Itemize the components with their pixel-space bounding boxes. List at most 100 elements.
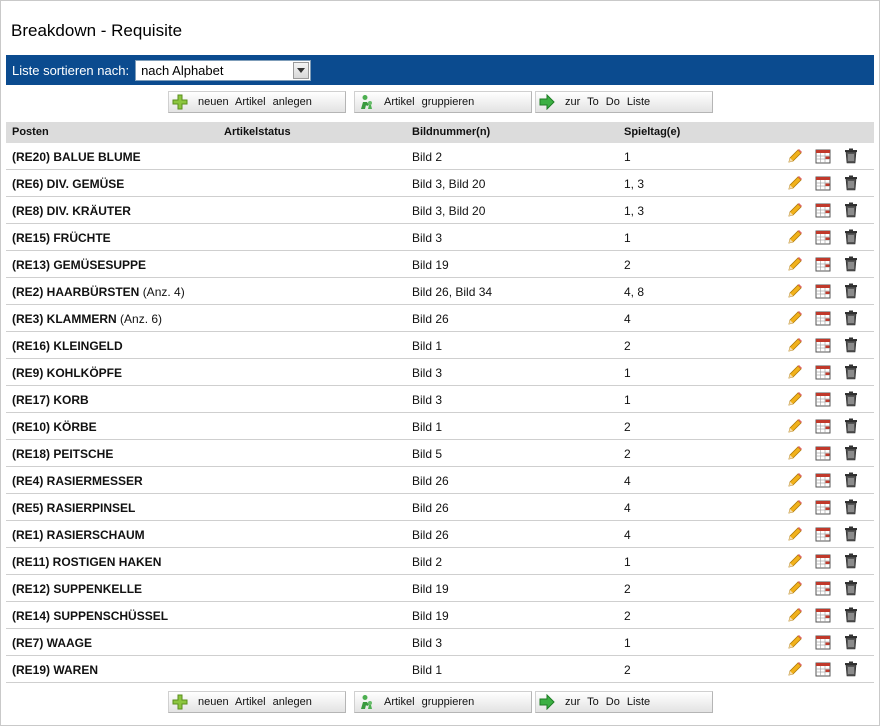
calendar-icon[interactable] <box>815 337 831 353</box>
group-articles-button[interactable]: Artikel gruppieren <box>354 91 532 113</box>
calendar-icon[interactable] <box>815 283 831 299</box>
trash-icon[interactable] <box>843 202 859 218</box>
posten-cell[interactable]: (RE20) BALUE BLUME <box>12 150 141 164</box>
trash-icon[interactable] <box>843 553 859 569</box>
pencil-icon[interactable] <box>787 148 803 164</box>
todo-list-label: zur To Do Liste <box>565 696 651 708</box>
new-article-button[interactable]: neuen Artikel anlegen <box>168 91 346 113</box>
calendar-icon[interactable] <box>815 391 831 407</box>
calendar-icon[interactable] <box>815 256 831 272</box>
posten-cell[interactable]: (RE5) RASIERPINSEL <box>12 501 135 515</box>
pencil-icon[interactable] <box>787 661 803 677</box>
trash-icon[interactable] <box>843 526 859 542</box>
pencil-icon[interactable] <box>787 391 803 407</box>
trash-icon[interactable] <box>843 310 859 326</box>
calendar-icon[interactable] <box>815 607 831 623</box>
trash-icon[interactable] <box>843 391 859 407</box>
todo-list-button[interactable]: zur To Do Liste <box>535 91 713 113</box>
table-row: (RE13) GEMÜSESUPPE Bild 19 2 <box>6 251 874 278</box>
trash-icon[interactable] <box>843 148 859 164</box>
group-articles-button-bottom[interactable]: Artikel gruppieren <box>354 691 532 713</box>
posten-cell[interactable]: (RE10) KÖRBE <box>12 420 97 434</box>
trash-icon[interactable] <box>843 229 859 245</box>
pencil-icon[interactable] <box>787 580 803 596</box>
posten-cell[interactable]: (RE12) SUPPENKELLE <box>12 582 142 596</box>
column-header-bildnummer[interactable]: Bildnummer(n) <box>412 126 490 138</box>
posten-name: (RE18) PEITSCHE <box>12 447 114 461</box>
pencil-icon[interactable] <box>787 553 803 569</box>
pencil-icon[interactable] <box>787 607 803 623</box>
calendar-icon[interactable] <box>815 580 831 596</box>
pencil-icon[interactable] <box>787 472 803 488</box>
table-row: (RE3) KLAMMERN (Anz. 6) Bild 26 4 <box>6 305 874 332</box>
chevron-down-icon[interactable] <box>293 61 310 79</box>
posten-cell[interactable]: (RE18) PEITSCHE <box>12 447 113 461</box>
posten-cell[interactable]: (RE11) ROSTIGEN HAKEN <box>12 555 161 569</box>
pencil-icon[interactable] <box>787 418 803 434</box>
pencil-icon[interactable] <box>787 499 803 515</box>
bildnummer-cell: Bild 26 <box>412 501 449 515</box>
trash-icon[interactable] <box>843 580 859 596</box>
pencil-icon[interactable] <box>787 310 803 326</box>
posten-cell[interactable]: (RE19) WAREN <box>12 663 98 677</box>
pencil-icon[interactable] <box>787 229 803 245</box>
trash-icon[interactable] <box>843 607 859 623</box>
pencil-icon[interactable] <box>787 256 803 272</box>
pencil-icon[interactable] <box>787 283 803 299</box>
calendar-icon[interactable] <box>815 202 831 218</box>
trash-icon[interactable] <box>843 661 859 677</box>
posten-cell[interactable]: (RE4) RASIERMESSER <box>12 474 143 488</box>
pencil-icon[interactable] <box>787 364 803 380</box>
posten-cell[interactable]: (RE1) RASIERSCHAUM <box>12 528 145 542</box>
posten-name: (RE6) DIV. GEMÜSE <box>12 177 125 191</box>
posten-cell[interactable]: (RE9) KOHLKÖPFE <box>12 366 122 380</box>
calendar-icon[interactable] <box>815 418 831 434</box>
trash-icon[interactable] <box>843 337 859 353</box>
trash-icon[interactable] <box>843 418 859 434</box>
pencil-icon[interactable] <box>787 526 803 542</box>
calendar-icon[interactable] <box>815 634 831 650</box>
posten-cell[interactable]: (RE15) FRÜCHTE <box>12 231 111 245</box>
todo-list-button-bottom[interactable]: zur To Do Liste <box>535 691 713 713</box>
trash-icon[interactable] <box>843 499 859 515</box>
calendar-icon[interactable] <box>815 661 831 677</box>
posten-cell[interactable]: (RE2) HAARBÜRSTEN (Anz. 4) <box>12 285 185 299</box>
pencil-icon[interactable] <box>787 445 803 461</box>
calendar-icon[interactable] <box>815 148 831 164</box>
posten-cell[interactable]: (RE3) KLAMMERN (Anz. 6) <box>12 312 162 326</box>
column-header-spieltag[interactable]: Spieltag(e) <box>624 126 680 138</box>
trash-icon[interactable] <box>843 634 859 650</box>
posten-cell[interactable]: (RE13) GEMÜSESUPPE <box>12 258 146 272</box>
trash-icon[interactable] <box>843 472 859 488</box>
new-article-button-bottom[interactable]: neuen Artikel anlegen <box>168 691 346 713</box>
bildnummer-cell: Bild 3 <box>412 231 443 245</box>
posten-cell[interactable]: (RE6) DIV. GEMÜSE <box>12 177 124 191</box>
trash-icon[interactable] <box>843 364 859 380</box>
calendar-icon[interactable] <box>815 364 831 380</box>
posten-cell[interactable]: (RE16) KLEINGELD <box>12 339 123 353</box>
sort-select[interactable]: nach Alphabet <box>135 59 312 81</box>
pencil-icon[interactable] <box>787 175 803 191</box>
trash-icon[interactable] <box>843 256 859 272</box>
trash-icon[interactable] <box>843 445 859 461</box>
posten-cell[interactable]: (RE14) SUPPENSCHÜSSEL <box>12 609 168 623</box>
posten-cell[interactable]: (RE17) KORB <box>12 393 89 407</box>
calendar-icon[interactable] <box>815 526 831 542</box>
column-header-posten[interactable]: Posten <box>12 126 49 138</box>
trash-icon[interactable] <box>843 283 859 299</box>
table-row: (RE16) KLEINGELD Bild 1 2 <box>6 332 874 359</box>
posten-cell[interactable]: (RE8) DIV. KRÄUTER <box>12 204 131 218</box>
trash-icon[interactable] <box>843 175 859 191</box>
pencil-icon[interactable] <box>787 634 803 650</box>
calendar-icon[interactable] <box>815 445 831 461</box>
calendar-icon[interactable] <box>815 310 831 326</box>
pencil-icon[interactable] <box>787 202 803 218</box>
posten-cell[interactable]: (RE7) WAAGE <box>12 636 92 650</box>
calendar-icon[interactable] <box>815 499 831 515</box>
calendar-icon[interactable] <box>815 472 831 488</box>
pencil-icon[interactable] <box>787 337 803 353</box>
calendar-icon[interactable] <box>815 175 831 191</box>
calendar-icon[interactable] <box>815 553 831 569</box>
column-header-artikelstatus[interactable]: Artikelstatus <box>224 126 291 138</box>
calendar-icon[interactable] <box>815 229 831 245</box>
